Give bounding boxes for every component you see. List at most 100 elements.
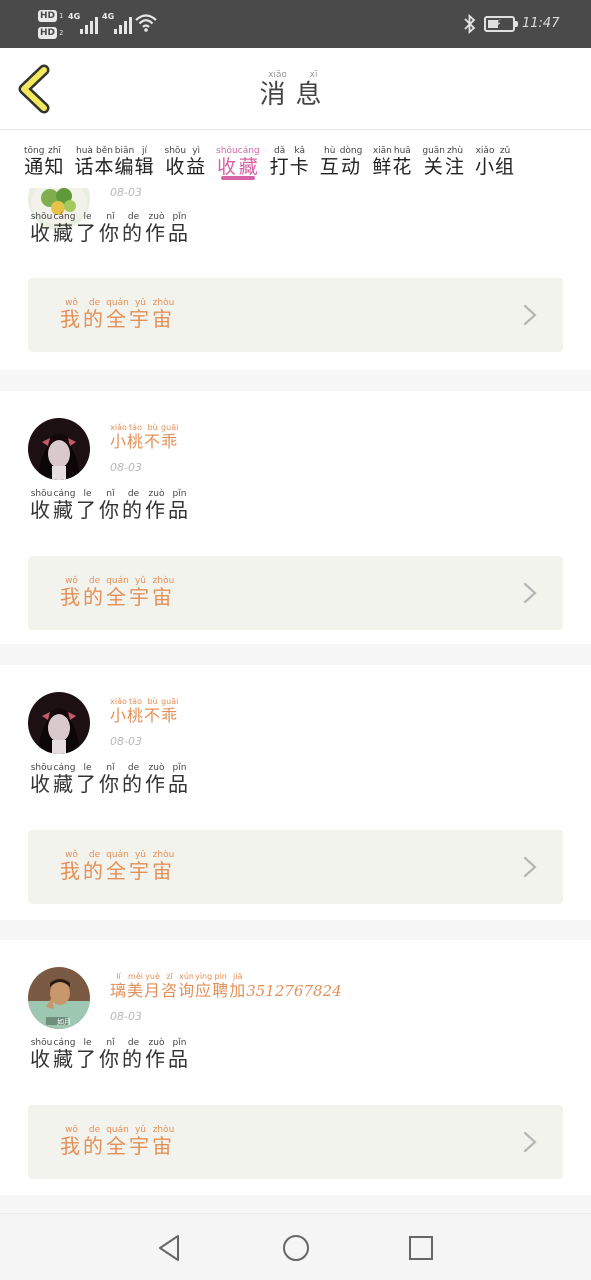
- pinyin-char: 话huà: [74, 146, 95, 178]
- pinyin-char: 的de: [83, 850, 106, 883]
- pinyin-char: 品pǐn: [168, 212, 191, 245]
- tab-shou-yi[interactable]: 收shōu益yì: [165, 130, 207, 188]
- pinyin-char: 宙zhòu: [152, 1125, 175, 1158]
- pinyin-char: 组zǔ: [495, 146, 516, 178]
- avatar[interactable]: [28, 692, 90, 754]
- message-card: 如月 璃lí美měi月yuè咨zī询xún应yìng聘pìn加jiā3512767…: [0, 940, 591, 1195]
- pinyin-char: 的de: [122, 212, 145, 245]
- girl-avatar-icon: [28, 418, 90, 480]
- pinyin-char: 益yì: [186, 146, 207, 178]
- pinyin-char: 宇yǔ: [129, 1125, 152, 1158]
- pinyin-char: 藏cáng: [53, 489, 76, 522]
- pinyin-char: 的de: [83, 1125, 106, 1158]
- pinyin-char: 乖guāi: [161, 423, 179, 451]
- pinyin-char: 品pǐn: [168, 763, 191, 796]
- tab-tong-zhi[interactable]: 通tōng知zhī: [24, 130, 64, 188]
- nav-back-icon[interactable]: [154, 1232, 186, 1264]
- pinyin-char: 打dǎ: [269, 146, 290, 178]
- hd-badge-2: HD: [38, 27, 58, 39]
- signal-2: 4G: [102, 12, 132, 34]
- pinyin-char: 收shōu: [164, 146, 187, 178]
- avatar[interactable]: 如月: [28, 967, 90, 1029]
- tab-label: 关guān注zhù: [422, 146, 465, 180]
- pinyin-char: 桃táo: [127, 423, 145, 451]
- svg-text:如月: 如月: [57, 1017, 71, 1026]
- pinyin-char: 互hù: [319, 146, 340, 178]
- pinyin-char: 不bù: [144, 697, 162, 725]
- pinyin-char: 你nǐ: [99, 1038, 122, 1071]
- user-name[interactable]: 小xiǎo桃táo不bù乖guāi: [110, 697, 178, 726]
- tab-hua-ben-bian-ji[interactable]: 话huà本běn编biān辑jí: [74, 130, 154, 188]
- pinyin-char: 品pǐn: [168, 489, 191, 522]
- tab-hu-dong[interactable]: 互hù动dòng: [320, 130, 363, 188]
- message-card: 08-03 收shōu藏cáng了le你nǐ的de作zuò品pǐn 我wǒ的de全q…: [0, 188, 591, 370]
- pinyin-char: 宇yǔ: [129, 850, 152, 883]
- pinyin-char: 宙zhòu: [152, 298, 175, 331]
- hd-badge-1: HD: [38, 10, 58, 22]
- work-link-button[interactable]: 我wǒ的de全quán宇yǔ宙zhòu: [28, 1105, 563, 1179]
- message-date: 08-03: [110, 461, 142, 474]
- pinyin-char: 动dòng: [339, 146, 363, 178]
- chevron-right-icon: [523, 582, 537, 604]
- message-date: 08-03: [110, 188, 142, 199]
- pinyin-char: 小xiǎo: [475, 146, 496, 178]
- network-type-1: 4G: [68, 12, 81, 21]
- user-name[interactable]: 璃lí美měi月yuè咨zī询xún应yìng聘pìn加jiā351276782…: [110, 972, 342, 1001]
- pinyin-char: 小xiǎo: [110, 423, 128, 451]
- pinyin-char: 全quán: [106, 576, 129, 609]
- work-link-button[interactable]: 我wǒ的de全quán宇yǔ宙zhòu: [28, 556, 563, 630]
- nav-recents-icon[interactable]: [405, 1232, 437, 1264]
- pinyin-char: 你nǐ: [99, 763, 122, 796]
- pinyin-char: 藏cáng: [53, 212, 76, 245]
- pinyin-char: 我wǒ: [60, 576, 83, 609]
- pinyin-char: 收shōu: [30, 489, 53, 522]
- message-card: 小xiǎo桃táo不bù乖guāi 08-03 收shōu藏cáng了le你nǐ的d…: [0, 665, 591, 920]
- pinyin-char: 宇yǔ: [129, 576, 152, 609]
- sim-2-number: 2: [59, 29, 64, 37]
- pinyin-char: 收shōu: [30, 212, 53, 245]
- work-link-button[interactable]: 我wǒ的de全quán宇yǔ宙zhòu: [28, 830, 563, 904]
- avatar[interactable]: [28, 418, 90, 480]
- nav-home-icon[interactable]: [280, 1232, 312, 1264]
- pinyin-char: 作zuò: [145, 489, 168, 522]
- pinyin-char: 询xún: [178, 972, 196, 1000]
- pinyin-char: 咨zī: [161, 972, 179, 1000]
- pinyin-char: 的de: [122, 763, 145, 796]
- tab-label: 收shōu益yì: [165, 146, 207, 180]
- tab-shou-cang[interactable]: 收shōu藏cáng: [216, 130, 260, 188]
- tab-xian-hua[interactable]: 鲜xiān花huā: [372, 130, 412, 188]
- pinyin-char: 的de: [122, 1038, 145, 1071]
- pinyin-char: 知zhī: [44, 146, 65, 178]
- tab-label: 话huà本běn编biān辑jí: [74, 146, 154, 180]
- message-feed[interactable]: 08-03 收shōu藏cáng了le你nǐ的de作zuò品pǐn 我wǒ的de全q…: [0, 188, 591, 1213]
- pinyin-char: 你nǐ: [99, 489, 122, 522]
- pinyin-char: 藏cáng: [53, 763, 76, 796]
- pinyin-char: 编biān: [114, 146, 135, 178]
- tab-da-ka[interactable]: 打dǎ卡kǎ: [270, 130, 310, 188]
- chevron-right-icon: [523, 1131, 537, 1153]
- action-text: 收shōu藏cáng了le你nǐ的de作zuò品pǐn: [30, 1038, 191, 1072]
- bluetooth-icon: [464, 14, 476, 34]
- status-bar: HD 1 HD 2 4G 4G ⚡ 11:47: [0, 0, 591, 48]
- tab-label: 通tōng知zhī: [24, 146, 64, 180]
- user-name[interactable]: 小xiǎo桃táo不bù乖guāi: [110, 423, 178, 452]
- tab-xiao-zu[interactable]: 小xiǎo组zǔ: [475, 130, 515, 188]
- pinyin-char: 月yuè: [144, 972, 162, 1000]
- message-card: 小xiǎo桃táo不bù乖guāi 08-03 收shōu藏cáng了le你nǐ的d…: [0, 391, 591, 644]
- user-name-suffix: 3512767824: [246, 982, 342, 1000]
- pinyin-char: 全quán: [106, 1125, 129, 1158]
- pinyin-char: 宙zhòu: [152, 576, 175, 609]
- pinyin-char: 的de: [122, 489, 145, 522]
- tab-guan-zhu[interactable]: 关guān注zhù: [422, 130, 465, 188]
- pinyin-char: 全quán: [106, 298, 129, 331]
- pinyin-char: 璃lí: [110, 972, 128, 1000]
- pinyin-char: 桃táo: [127, 697, 145, 725]
- pinyin-char: 了le: [76, 489, 99, 522]
- tab-label: 打dǎ卡kǎ: [270, 146, 310, 180]
- chevron-right-icon: [523, 856, 537, 878]
- tab-label: 收shōu藏cáng: [216, 146, 260, 180]
- message-date: 08-03: [110, 1010, 142, 1023]
- app-header: 消xiāo息xī: [0, 48, 591, 130]
- pinyin-char: 品pǐn: [168, 1038, 191, 1071]
- work-link-button[interactable]: 我wǒ的de全quán宇yǔ宙zhòu: [28, 278, 563, 352]
